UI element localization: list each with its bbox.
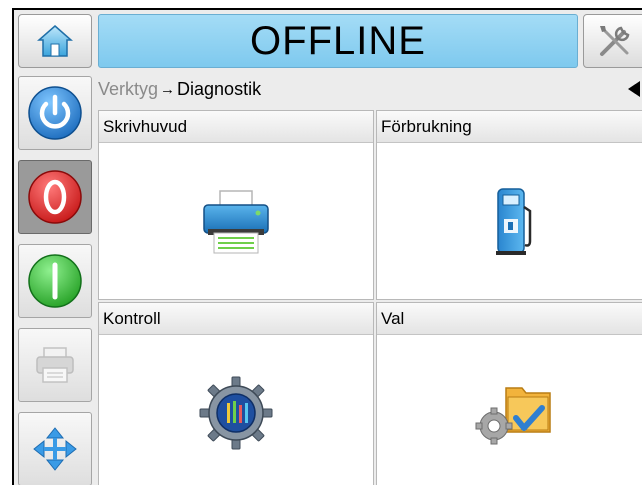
breadcrumb-current: Diagnostik [177, 78, 262, 99]
tile-printhead[interactable]: Skrivhuvud [98, 110, 374, 300]
start-icon [28, 254, 82, 308]
home-icon [37, 25, 73, 57]
control-gear-icon [199, 376, 273, 450]
breadcrumb: Verktyg → Diagnostik [98, 74, 642, 104]
printer-status: OFFLINE [250, 18, 426, 63]
breadcrumb-separator: → [160, 80, 176, 98]
tools-button[interactable] [583, 14, 642, 68]
status-bar[interactable]: OFFLINE [98, 14, 578, 68]
back-arrow-icon[interactable] [628, 81, 640, 97]
printer-icon [36, 347, 74, 383]
home-button[interactable] [18, 14, 92, 68]
tile-consumables[interactable]: Förbrukning [376, 110, 642, 300]
start-button[interactable] [18, 244, 92, 318]
stop-button[interactable] [18, 160, 92, 234]
navigation-button[interactable] [18, 412, 92, 485]
printhead-printer-icon [203, 190, 269, 254]
tools-icon [600, 26, 630, 56]
tile-label: Skrivhuvud [99, 111, 373, 143]
tile-label: Kontroll [99, 303, 373, 335]
stop-icon [28, 170, 82, 224]
power-button[interactable] [18, 76, 92, 150]
tile-control[interactable]: Kontroll [98, 302, 374, 485]
breadcrumb-parent-link[interactable]: Verktyg [98, 79, 158, 100]
tile-options[interactable]: Val [376, 302, 642, 485]
tile-label: Val [377, 303, 642, 335]
side-panel [14, 72, 94, 485]
consumables-fuel-pump-icon [496, 188, 532, 255]
navigation-arrows-icon [33, 427, 77, 471]
app-frame: OFFLINE Verktyg → Diagnostik Skrivhuvud … [12, 8, 642, 485]
options-folder-gear-icon [475, 387, 551, 445]
tile-label: Förbrukning [377, 111, 642, 143]
print-button[interactable] [18, 328, 92, 402]
power-icon [28, 86, 82, 140]
